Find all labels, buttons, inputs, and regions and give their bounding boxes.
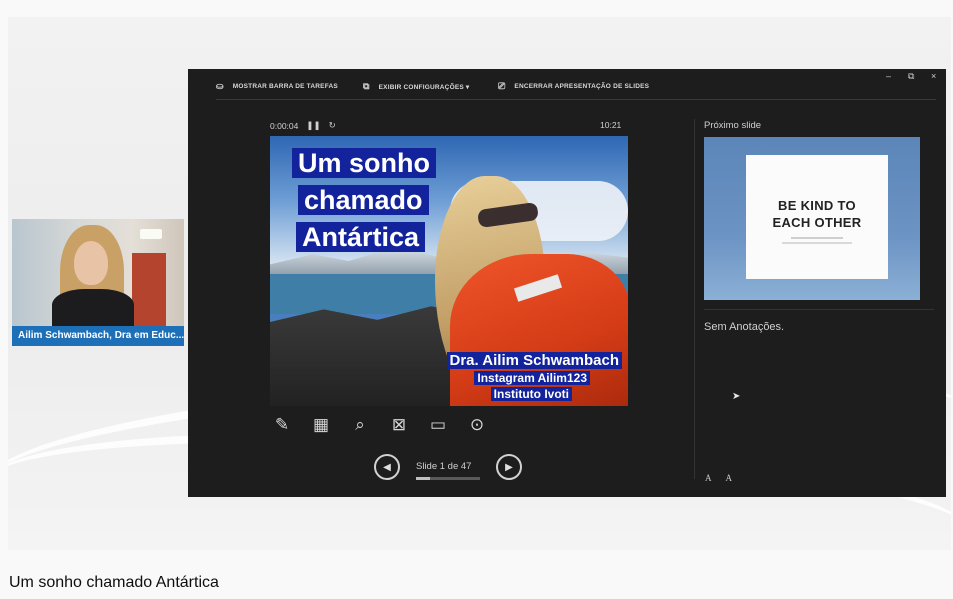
background-door <box>132 253 166 328</box>
next-slide-preview[interactable]: BE KIND TO EACH OTHER <box>704 137 920 300</box>
slide-author: Dra. Ailim Schwambach <box>446 352 622 369</box>
slideshow-timer: 0:00:04 ❚❚ ↻ <box>270 120 336 131</box>
webcam-name-tag: Ailim Schwambach, Dra em Educ... <box>12 326 184 346</box>
show-taskbar-button[interactable]: ⛀ MOSTRAR BARRA DE TAREFAS <box>216 81 338 92</box>
slide-counter[interactable]: Slide 1 de 47 <box>416 461 471 472</box>
display-settings-button[interactable]: ⧉ EXIBIR CONFIGURAÇÕES ▾ <box>363 81 469 92</box>
decrease-font-button[interactable]: A <box>726 473 733 483</box>
slide-navigation: ◀ Slide 1 de 47 ▶ <box>374 453 524 481</box>
video-title: Um sonho chamado Antártica <box>9 574 219 591</box>
slide-title-line-3: Antártica <box>296 222 426 252</box>
speaker-notes[interactable]: Sem Anotações. <box>704 321 784 333</box>
webcam-feed <box>12 219 184 328</box>
previous-arrow-icon: ◀ <box>383 461 391 473</box>
end-slideshow-label: ENCERRAR APRESENTAÇÃO DE SLIDES <box>514 83 650 90</box>
notes-divider <box>704 309 934 310</box>
pen-icon[interactable]: ✎ <box>270 413 294 437</box>
slides-grid-icon[interactable]: ▦ <box>309 413 333 437</box>
slide-progress-bar <box>416 477 480 480</box>
presenter-tools: ✎ ▦ ⌕ ⊠ ▭ ⊙ <box>270 413 489 437</box>
slide-progress-fill <box>416 477 430 480</box>
slide-title-line-2: chamado <box>298 185 429 215</box>
next-slide-title-line-1: BE KIND TO <box>778 198 856 213</box>
presenter-view-window: ⛀ MOSTRAR BARRA DE TAREFAS ⧉ EXIBIR CONF… <box>188 69 946 497</box>
slide-institution: Instituto Ivoti <box>490 387 572 401</box>
more-options-icon[interactable]: ⊙ <box>465 413 489 437</box>
notes-font-controls: A A <box>705 473 732 483</box>
pause-icon[interactable]: ❚❚ <box>306 120 320 131</box>
close-icon[interactable]: × <box>931 71 936 81</box>
next-slide-button[interactable]: ▶ <box>496 454 522 480</box>
elapsed-time: 0:00:04 <box>270 120 299 131</box>
display-settings-label: EXIBIR CONFIGURAÇÕES ▾ <box>378 83 470 91</box>
slide-title-line-1: Um sonho <box>292 148 436 178</box>
presenter-shirt <box>52 289 134 328</box>
presenter-face <box>74 241 108 285</box>
increase-font-button[interactable]: A <box>705 473 712 483</box>
next-arrow-icon: ▶ <box>505 461 513 473</box>
show-taskbar-label: MOSTRAR BARRA DE TAREFAS <box>232 83 338 90</box>
next-slide-subtext <box>782 242 852 244</box>
display-settings-icon: ⧉ <box>363 81 370 91</box>
end-slideshow-button[interactable]: ⎚ ENCERRAR APRESENTAÇÃO DE SLIDES <box>498 81 649 92</box>
minimize-icon[interactable]: – <box>886 71 891 81</box>
taskbar-icon: ⛀ <box>216 81 224 91</box>
next-slide-title-line-2: EACH OTHER <box>772 215 862 230</box>
toolbar-divider <box>216 99 936 100</box>
current-slide: Um sonho chamado Antártica Dra. Ailim Sc… <box>270 136 628 406</box>
presenter-toolbar: ⛀ MOSTRAR BARRA DE TAREFAS ⧉ EXIBIR CONF… <box>188 69 946 101</box>
ceiling-light <box>140 229 162 239</box>
black-screen-icon[interactable]: ⊠ <box>387 413 411 437</box>
pane-divider <box>694 119 695 479</box>
subtitles-icon[interactable]: ▭ <box>426 413 450 437</box>
next-slide-card: BE KIND TO EACH OTHER <box>746 155 888 279</box>
next-slide-label: Próximo slide <box>704 120 762 131</box>
slide-instagram: Instagram Ailim123 <box>474 371 590 385</box>
mouse-cursor-icon: ➤ <box>732 391 741 402</box>
restart-icon[interactable]: ↻ <box>329 120 336 131</box>
end-slideshow-icon: ⎚ <box>498 81 506 91</box>
next-slide-subtext <box>791 237 843 239</box>
current-clock: 10:21 <box>600 120 622 130</box>
restore-icon[interactable]: ⧉ <box>908 71 914 82</box>
zoom-icon[interactable]: ⌕ <box>348 413 372 437</box>
previous-slide-button[interactable]: ◀ <box>374 454 400 480</box>
